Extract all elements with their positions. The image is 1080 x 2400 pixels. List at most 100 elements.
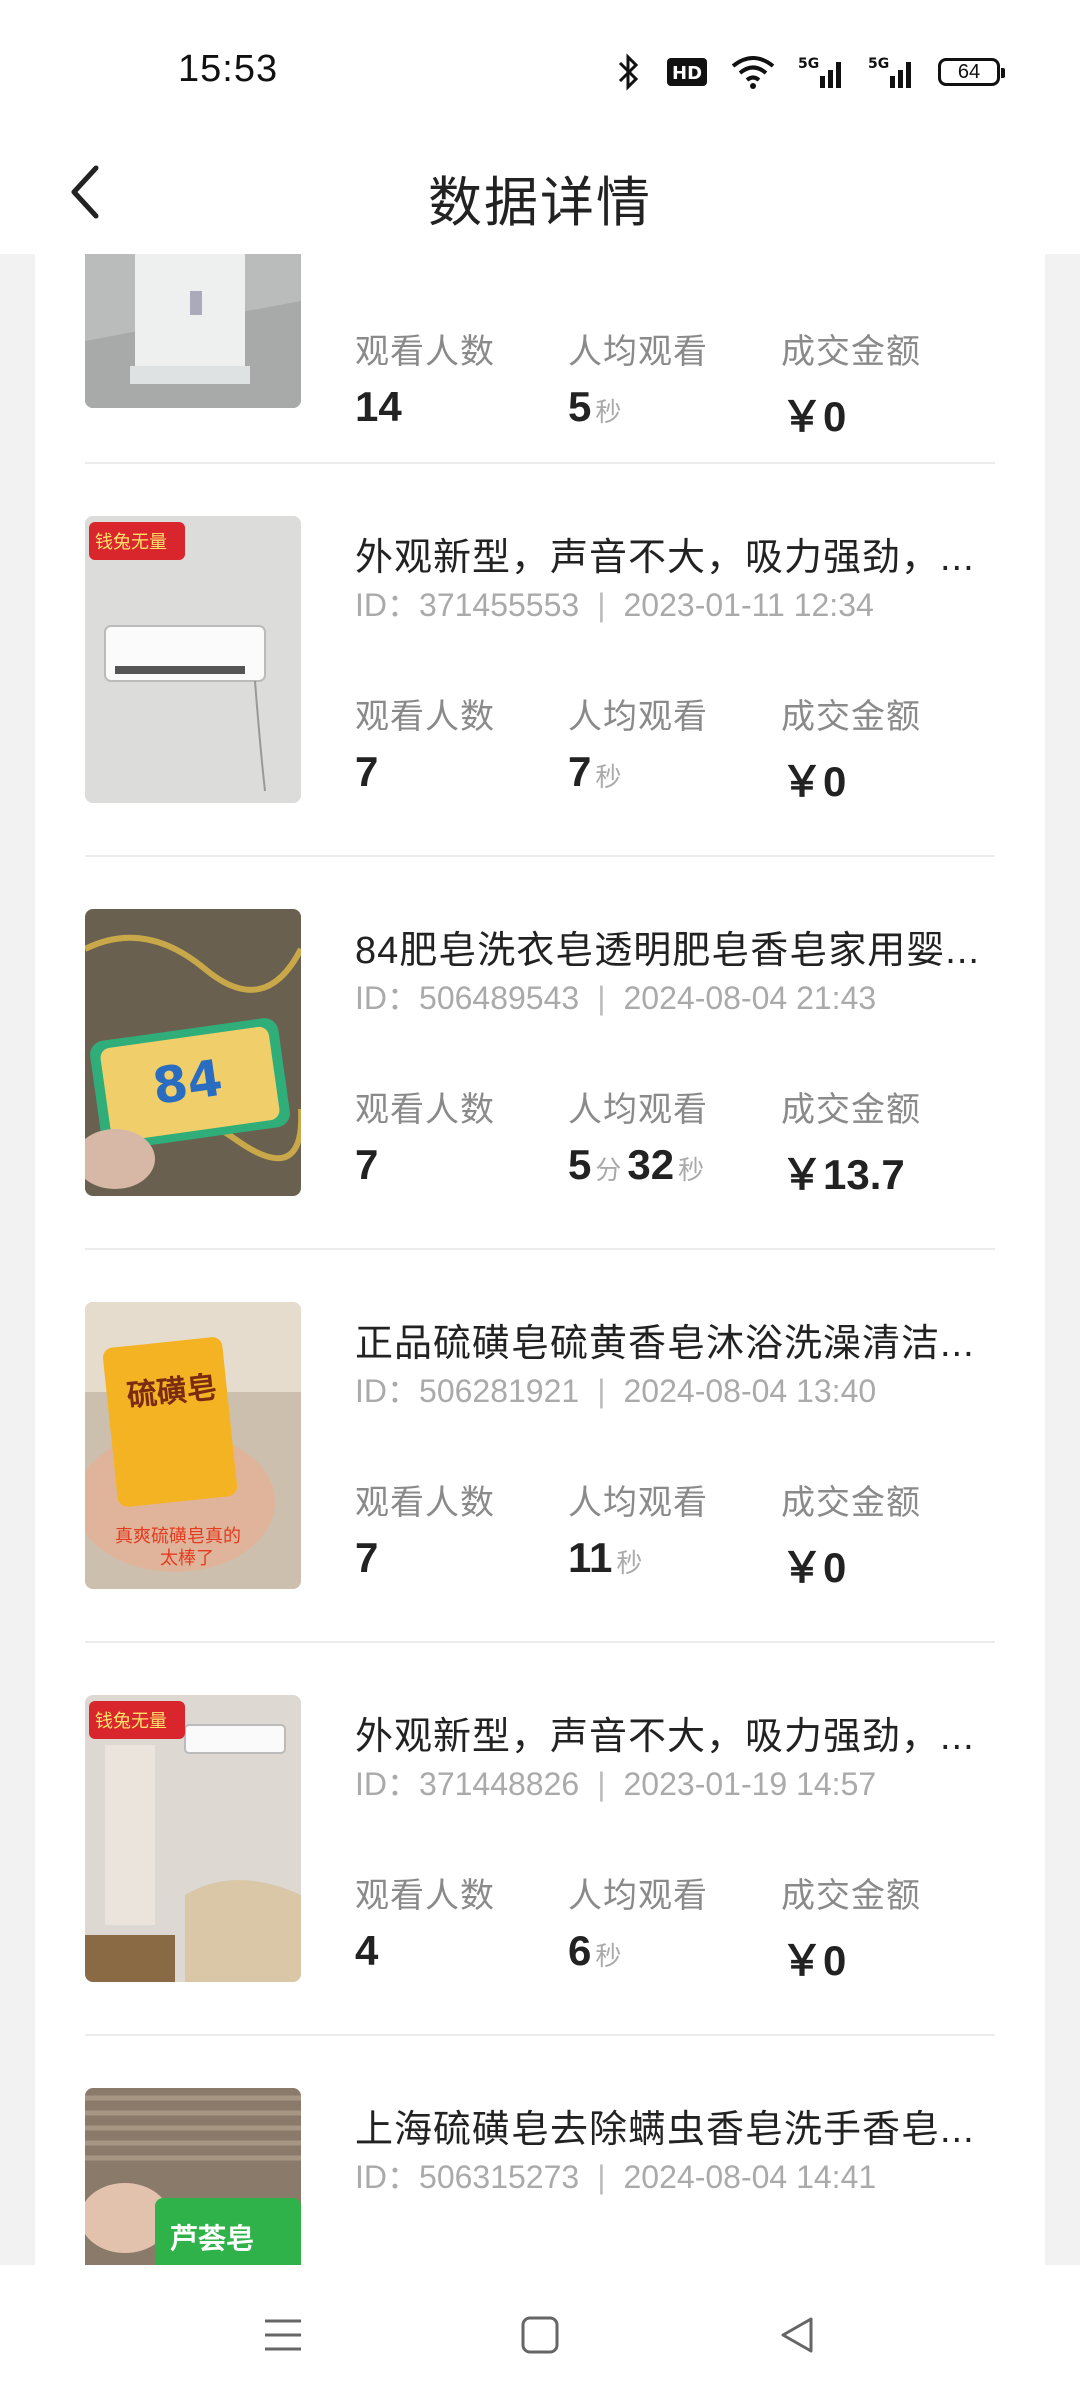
unit-sec: 秒: [678, 1155, 705, 1185]
sec-value: 5: [568, 383, 592, 430]
divider: [85, 2034, 995, 2036]
item-id: 506489543: [419, 980, 580, 1016]
item-title: 84肥皂洗衣皂透明肥皂香皂家用婴...: [355, 930, 980, 972]
hd-icon: HD: [666, 57, 708, 87]
product-text: 芦荟皂: [170, 2222, 254, 2255]
sec-value: 7: [568, 748, 592, 795]
stat-value: 5 分 32 秒: [568, 1141, 710, 1189]
stat-value: 6秒: [568, 1927, 708, 1975]
list-item[interactable]: 钱兔无量 外观新型，声音不大，吸力强劲，... ID：371455553 | 202…: [85, 516, 995, 909]
id-prefix: ID：: [355, 980, 420, 1016]
stat-avg-watch: 人均观看 5秒: [568, 324, 708, 431]
list-item[interactable]: 84 84肥皂洗衣皂透明肥皂香皂家用婴... ID：506489543 | 2024…: [85, 909, 995, 1302]
item-title: 外观新型，声音不大，吸力强劲，...: [355, 1716, 975, 1758]
unit-sec: 秒: [616, 1548, 643, 1578]
id-prefix: ID：: [355, 587, 420, 623]
home-square-icon: [521, 2316, 559, 2354]
svg-text:5G: 5G: [798, 56, 819, 72]
stat-label: 观看人数: [355, 1484, 495, 1522]
stat-label: 观看人数: [355, 333, 495, 371]
stat-viewers: 观看人数 7: [355, 1082, 495, 1189]
stat-viewers: 观看人数 14: [355, 324, 495, 431]
stat-value: ￥13.7: [781, 1151, 905, 1198]
stat-value: 5秒: [568, 383, 708, 431]
stat-label: 人均观看: [568, 1091, 708, 1129]
unit-min: 分: [595, 1155, 622, 1185]
status-bar: 15:53 HD 5G 5G 64: [0, 0, 1080, 130]
stat-label: 观看人数: [355, 1877, 495, 1915]
data-list: 观看人数 14 人均观看 5秒 成交金额 ￥0 钱兔无量 外观新型，声音不大，吸…: [35, 254, 1045, 2265]
divider: [85, 855, 995, 857]
item-datetime: 2023-01-11 12:34: [623, 587, 874, 623]
product-thumbnail: 硫磺皂 真爽硫磺皂真的 太棒了: [85, 1302, 301, 1589]
item-title: 外观新型，声音不大，吸力强劲，...: [355, 537, 975, 579]
stat-gmv: 成交金额 ￥13.7: [781, 1082, 921, 1202]
stat-value: 11 秒: [568, 1534, 708, 1582]
product-thumbnail: 84: [85, 909, 301, 1196]
item-meta: ID：371448826 | 2023-01-19 14:57: [355, 1759, 876, 1805]
product-thumbnail: 钱兔无量: [85, 516, 301, 803]
stat-label: 人均观看: [568, 1877, 708, 1915]
badge-text: 钱兔无量: [95, 1711, 167, 1732]
item-meta: ID：506281921 | 2024-08-04 13:40: [355, 1366, 876, 1412]
stat-label: 人均观看: [568, 698, 708, 736]
bluetooth-icon: [614, 53, 644, 91]
stat-label: 人均观看: [568, 1484, 708, 1522]
menu-icon: [265, 2319, 301, 2351]
stat-gmv: 成交金额 ￥0: [781, 1868, 921, 1988]
id-prefix: ID：: [355, 1373, 420, 1409]
stat-value: ￥0: [781, 393, 847, 440]
stat-value: ￥0: [781, 1544, 847, 1591]
recent-apps-button[interactable]: [243, 2295, 323, 2375]
stat-value: 7: [355, 1534, 379, 1581]
stat-value: 14: [355, 383, 402, 430]
product-thumbnail: 钱兔无量: [85, 1695, 301, 1982]
item-datetime: 2024-08-04 13:40: [623, 1373, 877, 1409]
item-id: 371448826: [419, 1766, 580, 1802]
id-prefix: ID：: [355, 2159, 420, 2195]
signal-5g-icon: 5G: [798, 54, 846, 90]
item-meta: ID：506315273 | 2024-08-04 14:41: [355, 2152, 876, 2198]
sec-value: 11: [568, 1534, 613, 1581]
page-title: 数据详情: [428, 173, 652, 233]
stat-avg-watch: 人均观看 6秒: [568, 1868, 708, 1975]
min-value: 5: [568, 1141, 592, 1188]
unit-sec: 秒: [595, 1941, 622, 1971]
badge-text: 钱兔无量: [95, 532, 167, 553]
sec-value: 6: [568, 1927, 592, 1974]
meta-separator: |: [597, 587, 606, 623]
meta-separator: |: [597, 2159, 606, 2195]
item-title: 上海硫磺皂去除螨虫香皂洗手香皂...: [355, 2109, 975, 2151]
divider: [85, 462, 995, 464]
system-back-button[interactable]: [757, 2295, 837, 2375]
list-item[interactable]: 观看人数 14 人均观看 5秒 成交金额 ￥0: [85, 254, 995, 514]
divider: [85, 1641, 995, 1643]
list-item[interactable]: 芦荟皂 上海硫磺皂去除螨虫香皂洗手香皂... ID：506315273 | 2024…: [85, 2088, 995, 2265]
stat-label: 成交金额: [781, 1484, 921, 1522]
item-meta: ID：371455553 | 2023-01-11 12:34: [355, 580, 874, 626]
stat-avg-watch: 人均观看 7秒: [568, 689, 708, 796]
stat-value: 4: [355, 1927, 379, 1974]
unit-sec: 秒: [595, 762, 622, 792]
id-prefix: ID：: [355, 1766, 420, 1802]
item-id: 506315273: [419, 2159, 580, 2195]
stat-value: 7: [355, 748, 379, 795]
meta-separator: |: [597, 1373, 606, 1409]
divider: [85, 1248, 995, 1250]
stat-label: 成交金额: [781, 333, 921, 371]
stat-value: ￥0: [781, 758, 847, 805]
list-item[interactable]: 硫磺皂 真爽硫磺皂真的 太棒了 正品硫磺皂硫黄香皂沐浴洗澡清洁... ID：50…: [85, 1302, 995, 1695]
item-title: 正品硫磺皂硫黄香皂沐浴洗澡清洁...: [355, 1323, 975, 1365]
unit-sec: 秒: [595, 397, 622, 427]
product-text: 84: [149, 1049, 226, 1116]
list-item[interactable]: 钱兔无量 外观新型，声音不大，吸力强劲，... ID：371448826 | 202…: [85, 1695, 995, 2088]
meta-separator: |: [597, 1766, 606, 1802]
system-nav-bar: [0, 2265, 1080, 2400]
stat-viewers: 观看人数 7: [355, 1475, 495, 1582]
stat-value: 7秒: [568, 748, 708, 796]
item-datetime: 2024-08-04 14:41: [623, 2159, 877, 2195]
caption-text: 太棒了: [160, 1548, 214, 1569]
home-button[interactable]: [500, 2295, 580, 2375]
stat-label: 成交金额: [781, 1877, 921, 1915]
stat-value: ￥0: [781, 1937, 847, 1984]
